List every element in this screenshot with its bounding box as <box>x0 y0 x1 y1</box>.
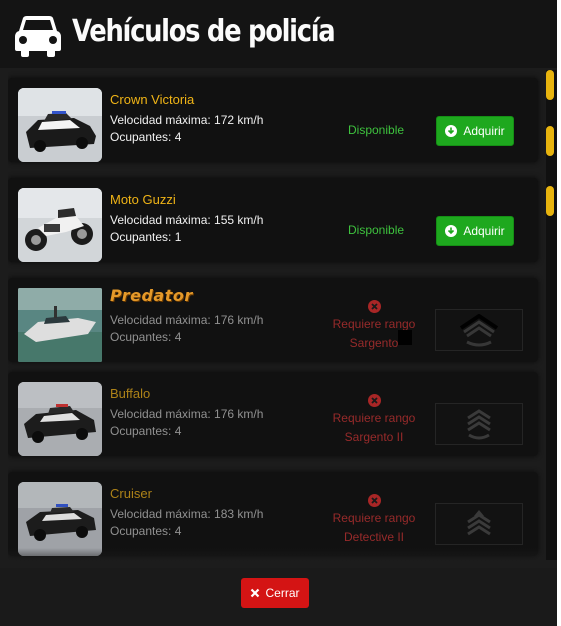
car-icon <box>15 16 61 57</box>
vehicle-card-locked: Buffalo Velocidad máxima: 176 km/h Ocupa… <box>8 372 538 456</box>
vehicle-speed: Velocidad máxima: 172 km/h <box>110 113 264 127</box>
list-fade <box>8 548 546 568</box>
scroll-accent <box>546 186 554 216</box>
acquire-button[interactable]: Adquirir <box>436 116 514 146</box>
x-circle-icon <box>367 494 381 507</box>
close-button-label: Cerrar <box>265 586 300 600</box>
artifact-square <box>398 330 412 345</box>
acquire-button[interactable]: Adquirir <box>436 216 514 246</box>
vehicle-shop-window: Vehículos de policía Crown Victoria Velo… <box>0 0 557 626</box>
vehicle-card-locked: Cruiser Velocidad máxima: 183 km/h Ocupa… <box>8 472 538 556</box>
vehicle-image <box>18 382 102 456</box>
vehicle-name: Cruiser <box>110 486 152 501</box>
download-circle-icon <box>445 225 458 237</box>
vehicle-name: Moto Guzzi <box>110 192 176 207</box>
vehicle-speed: Velocidad máxima: 176 km/h <box>110 313 264 327</box>
vehicle-name: Predator <box>110 286 193 305</box>
vehicle-image <box>18 188 102 262</box>
close-button[interactable]: Cerrar <box>241 578 309 608</box>
vehicle-speed: Velocidad máxima: 183 km/h <box>110 507 264 521</box>
vehicle-speed: Velocidad máxima: 155 km/h <box>110 213 264 227</box>
x-circle-icon <box>367 300 381 313</box>
availability-status: Disponible <box>348 123 405 137</box>
vehicle-seats: Ocupantes: 4 <box>110 524 182 538</box>
header-bar: Vehículos de policía <box>0 0 557 68</box>
acquire-button-label: Adquirir <box>463 124 505 138</box>
scroll-accent <box>546 126 554 156</box>
vehicle-seats: Ocupantes: 4 <box>110 424 182 438</box>
required-rank: Sargento II <box>344 430 404 444</box>
vehicle-card: Crown Victoria Velocidad máxima: 172 km/… <box>8 78 538 162</box>
vehicle-image <box>18 482 102 556</box>
vehicle-name: Buffalo <box>110 386 151 401</box>
acquire-button-label: Adquirir <box>463 224 505 238</box>
requirement-text: Requiere rango <box>332 411 416 425</box>
detective-ii-chevron-icon <box>467 510 491 536</box>
sergeant-ii-chevron-icon <box>467 409 491 440</box>
vehicle-name: Crown Victoria <box>110 92 195 107</box>
x-icon <box>251 588 260 598</box>
vehicle-seats: Ocupantes: 4 <box>110 330 182 344</box>
rank-requirement: Requiere rango Detective II <box>326 494 422 547</box>
vehicle-seats: Ocupantes: 4 <box>110 130 182 144</box>
sergeant-chevron-icon <box>459 314 499 347</box>
requirement-text: Requiere rango <box>332 511 416 525</box>
download-circle-icon <box>445 125 458 137</box>
availability-status: Disponible <box>348 223 405 237</box>
vehicle-card: Moto Guzzi Velocidad máxima: 155 km/h Oc… <box>8 178 538 262</box>
rank-requirement: Requiere rango Sargento II <box>326 394 422 447</box>
x-circle-icon <box>367 394 381 407</box>
vehicle-list: Crown Victoria Velocidad máxima: 172 km/… <box>8 70 546 568</box>
rank-requirement: Requiere rango Sargento <box>326 300 422 353</box>
page-title: Vehículos de policía <box>72 14 336 49</box>
vehicle-image <box>18 288 102 362</box>
vehicle-image <box>18 88 102 162</box>
rank-badge <box>435 309 523 351</box>
rank-badge <box>435 403 523 445</box>
vehicle-speed: Velocidad máxima: 176 km/h <box>110 407 264 421</box>
vehicle-card-locked: Predator Velocidad máxima: 176 km/h Ocup… <box>8 278 538 362</box>
required-rank: Detective II <box>343 530 405 544</box>
vehicle-seats: Ocupantes: 1 <box>110 230 182 244</box>
rank-badge <box>435 503 523 545</box>
scroll-accent <box>546 70 554 100</box>
